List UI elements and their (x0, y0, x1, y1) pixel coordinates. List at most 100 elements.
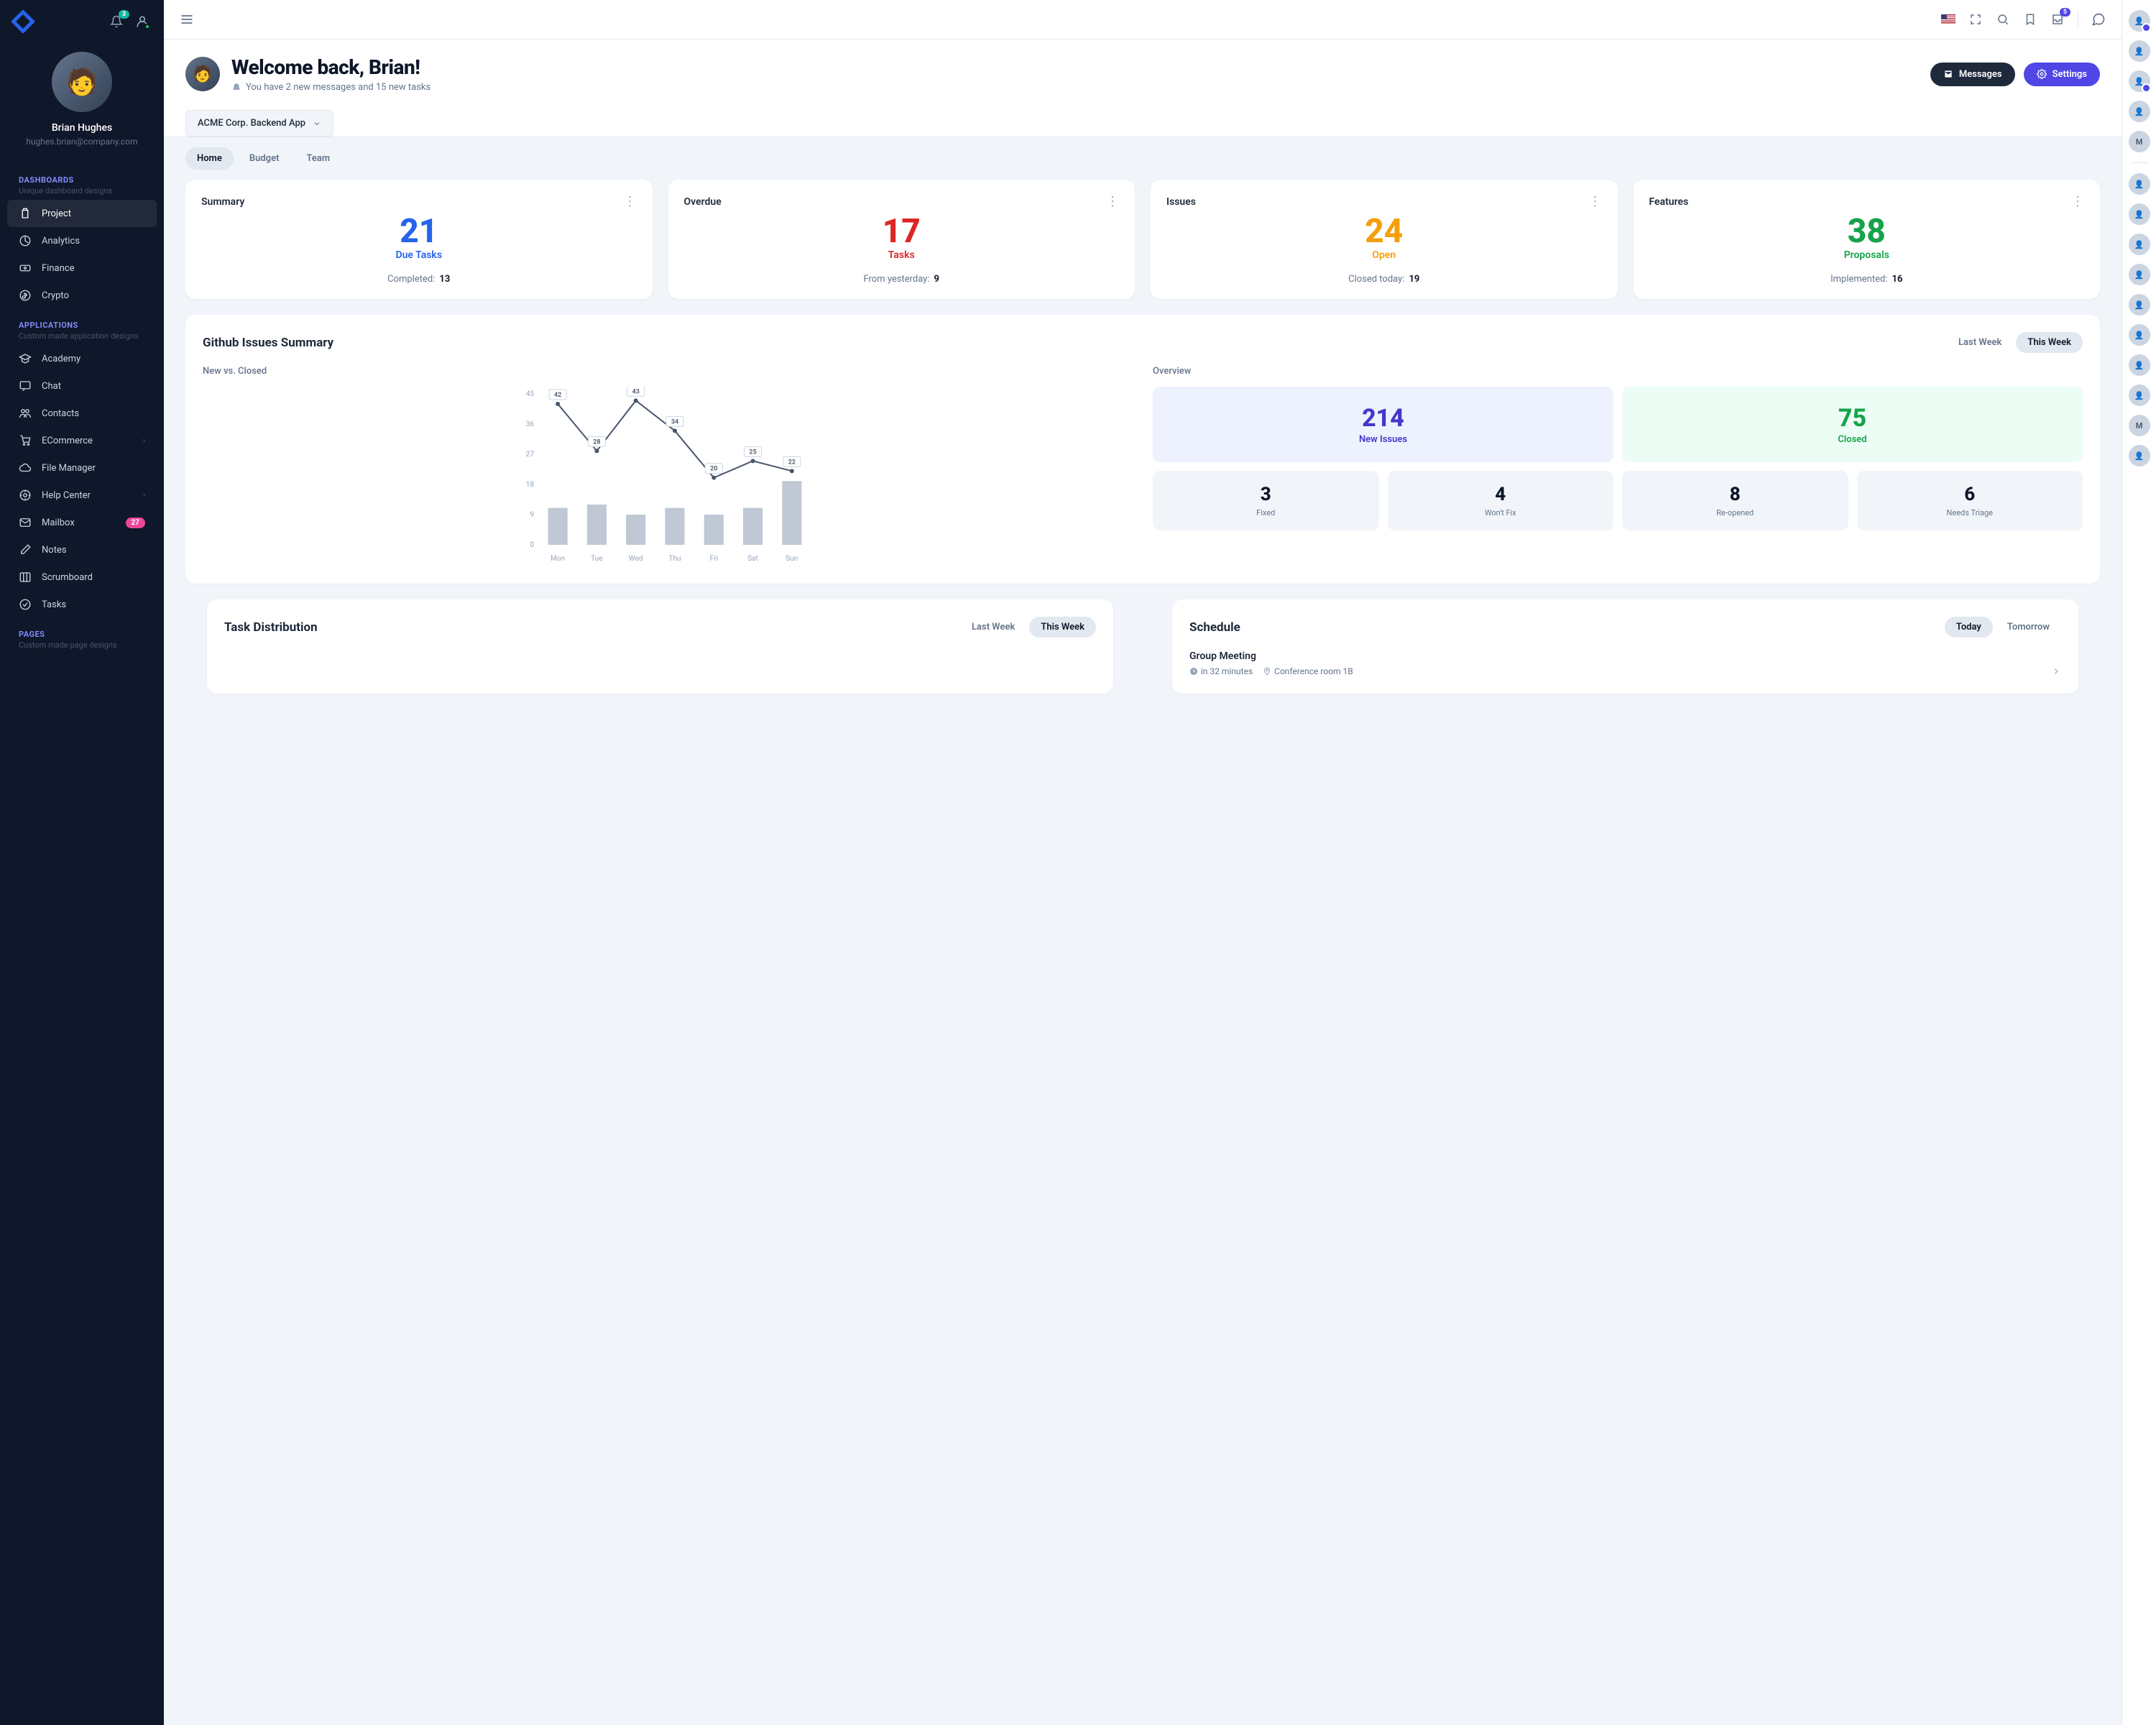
nav-label: Scrumboard (42, 572, 93, 583)
contact-avatar[interactable]: 👤 (2129, 173, 2150, 195)
seg-this-week[interactable]: This Week (2016, 332, 2083, 353)
search-icon[interactable] (1996, 12, 2010, 27)
card-menu-icon[interactable]: ⋮ (1106, 194, 1119, 209)
overview-tile: 75Closed (1622, 387, 2083, 462)
contact-avatar[interactable]: 👤 (2129, 101, 2150, 122)
sidebar-item-project[interactable]: Project (7, 200, 157, 227)
seg-last-week[interactable]: Last Week (1947, 332, 2013, 353)
nav-group-sub: Unique dashboard designs (7, 186, 157, 200)
nav-label: File Manager (42, 463, 96, 474)
nav-label: Mailbox (42, 518, 75, 528)
contact-avatar[interactable]: M (2129, 415, 2150, 436)
stat-card-features: Features⋮38ProposalsImplemented: 16 (1634, 180, 2101, 299)
overview-small-tile: 4Won't Fix (1388, 471, 1614, 530)
tab-home[interactable]: Home (185, 147, 234, 170)
nav-label: Academy (42, 354, 80, 364)
svg-text:28: 28 (593, 438, 600, 446)
contact-avatar[interactable]: 👤 (2129, 354, 2150, 376)
schedule-title: Schedule (1189, 620, 1240, 635)
tab-budget[interactable]: Budget (238, 147, 291, 170)
svg-text:25: 25 (749, 448, 756, 456)
flag-us-icon[interactable] (1941, 14, 1955, 24)
svg-text:Fri: Fri (710, 555, 718, 563)
sidebar-item-file-manager[interactable]: File Manager (7, 454, 157, 482)
dollar-icon (19, 289, 32, 302)
notifications-icon[interactable]: 3 (109, 14, 124, 29)
card-title: Issues (1166, 196, 1196, 208)
nav-label: Project (42, 208, 71, 219)
sidebar-item-ecommerce[interactable]: ECommerce› (7, 427, 157, 454)
chevron-down-icon (313, 119, 321, 128)
sidebar-item-mailbox[interactable]: Mailbox27 (7, 509, 157, 536)
svg-text:9: 9 (530, 511, 534, 519)
contact-avatar[interactable]: 👤 (2129, 264, 2150, 285)
contact-avatar[interactable]: 👤 (2129, 445, 2150, 466)
app-selector[interactable]: ACME Corp. Backend App (185, 110, 333, 137)
check-icon (19, 598, 32, 611)
card-value: 38 (1649, 215, 2085, 248)
inbox-badge: 5 (2060, 8, 2070, 17)
contact-avatar[interactable]: 👤 (2129, 70, 2150, 92)
contact-avatar[interactable]: M (2129, 131, 2150, 152)
sidebar-item-chat[interactable]: Chat (7, 372, 157, 400)
mail-icon (1943, 69, 1953, 79)
contact-avatar[interactable]: 👤 (2129, 40, 2150, 62)
chat-icon[interactable] (2091, 12, 2106, 27)
sidebar-item-notes[interactable]: Notes (7, 536, 157, 564)
schedule-panel: Schedule TodayTomorrow Group Meeting in … (1172, 599, 2078, 694)
card-menu-icon[interactable]: ⋮ (2071, 194, 2084, 209)
card-menu-icon[interactable]: ⋮ (1589, 194, 1602, 209)
seg-today[interactable]: Today (1945, 617, 1993, 638)
github-panel: Github Issues Summary Last WeekThis Week… (185, 315, 2100, 584)
sidebar-item-finance[interactable]: Finance (7, 254, 157, 282)
seg-this-week[interactable]: This Week (1029, 617, 1096, 638)
bookmark-icon[interactable] (2023, 12, 2037, 27)
user-status-icon[interactable] (135, 14, 149, 29)
seg-tomorrow[interactable]: Tomorrow (1996, 617, 2061, 638)
inbox-icon[interactable]: 5 (2050, 12, 2065, 27)
svg-text:Wed: Wed (629, 555, 643, 563)
svg-text:0: 0 (530, 541, 534, 549)
location-icon (1263, 667, 1271, 676)
contact-avatar[interactable]: 👤 (2129, 324, 2150, 346)
cart-icon (19, 434, 32, 447)
seg-last-week[interactable]: Last Week (960, 617, 1026, 638)
menu-toggle-icon[interactable] (180, 12, 194, 27)
sidebar-item-crypto[interactable]: Crypto (7, 282, 157, 309)
sidebar-item-contacts[interactable]: Contacts (7, 400, 157, 427)
nav-label: Analytics (42, 236, 80, 247)
sidebar-item-help-center[interactable]: Help Center› (7, 482, 157, 509)
svg-text:Sun: Sun (786, 555, 798, 563)
contact-avatar[interactable]: 👤 (2129, 385, 2150, 406)
sidebar-item-analytics[interactable]: Analytics (7, 227, 157, 254)
notif-badge: 3 (119, 10, 129, 19)
sidebar-item-tasks[interactable]: Tasks (7, 591, 157, 618)
svg-text:45: 45 (526, 390, 535, 398)
chevron-right-icon: › (143, 437, 145, 445)
chevron-right-icon[interactable] (2051, 666, 2061, 676)
user-avatar[interactable]: 🧑 (52, 52, 112, 112)
contact-avatar[interactable]: 👤 (2129, 203, 2150, 225)
clock-icon (1189, 667, 1198, 676)
nav-label: Chat (42, 381, 61, 392)
tab-team[interactable]: Team (295, 147, 341, 170)
messages-button[interactable]: Messages (1930, 63, 2015, 86)
svg-text:34: 34 (671, 418, 678, 426)
contacts-bar: 👤 👤 👤 👤 M 👤 👤 👤 👤 👤 👤 👤 👤 M 👤 (2122, 0, 2156, 1725)
overview-tile: 214New Issues (1153, 387, 1613, 462)
nav-label: Tasks (42, 599, 66, 610)
task-dist-title: Task Distribution (224, 620, 318, 635)
contact-avatar[interactable]: 👤 (2129, 10, 2150, 32)
fullscreen-icon[interactable] (1968, 12, 1983, 27)
card-menu-icon[interactable]: ⋮ (624, 194, 637, 209)
svg-text:18: 18 (526, 481, 535, 489)
sidebar-item-academy[interactable]: Academy (7, 345, 157, 372)
sidebar-item-scrumboard[interactable]: Scrumboard (7, 564, 157, 591)
bell-icon (231, 83, 241, 93)
contact-avatar[interactable]: 👤 (2129, 234, 2150, 255)
overview-small-tile: 6Needs Triage (1857, 471, 2083, 530)
hero-avatar: 🧑 (185, 57, 220, 91)
svg-text:27: 27 (526, 451, 535, 459)
settings-button[interactable]: Settings (2024, 63, 2100, 86)
contact-avatar[interactable]: 👤 (2129, 294, 2150, 316)
